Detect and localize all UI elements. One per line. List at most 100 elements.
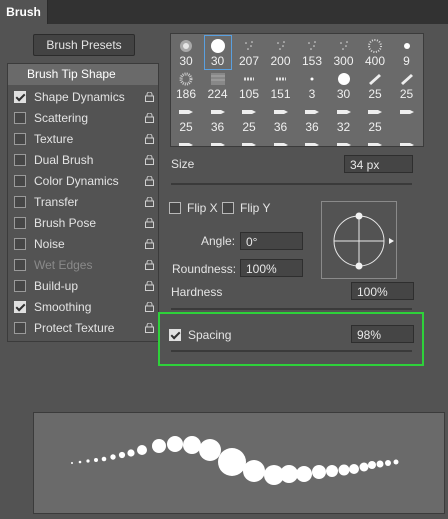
brush-presets-button[interactable]: Brush Presets bbox=[33, 34, 135, 56]
brush-tip-icon bbox=[210, 73, 225, 85]
lock-icon[interactable] bbox=[145, 218, 154, 228]
brush-tip-preset[interactable]: 25 bbox=[173, 135, 199, 146]
settings-item-shape-dynamics[interactable]: Shape Dynamics bbox=[8, 87, 158, 108]
lock-icon[interactable] bbox=[145, 239, 154, 249]
spacing-slider-track[interactable] bbox=[171, 350, 412, 352]
brush-tip-preset[interactable] bbox=[394, 102, 420, 135]
brush-tip-icon bbox=[210, 143, 225, 146]
settings-item-texture[interactable]: Texture bbox=[8, 129, 158, 150]
brush-tip-preset[interactable]: 30 bbox=[331, 69, 357, 102]
settings-item-protect-texture[interactable]: Protect Texture bbox=[8, 318, 158, 339]
brush-tip-preset[interactable] bbox=[394, 135, 420, 146]
settings-item-checkbox[interactable] bbox=[14, 133, 26, 145]
brush-tip-preset[interactable]: 207 bbox=[236, 36, 262, 69]
settings-item-checkbox[interactable] bbox=[14, 112, 26, 124]
settings-item-wet-edges[interactable]: Wet Edges bbox=[8, 255, 158, 276]
settings-item-dual-brush[interactable]: Dual Brush bbox=[8, 150, 158, 171]
brush-angle-widget[interactable] bbox=[321, 201, 397, 279]
tab-brush[interactable]: Brush bbox=[0, 0, 48, 24]
size-slider-track[interactable] bbox=[171, 183, 412, 185]
brush-tip-preset[interactable]: 32 bbox=[331, 102, 357, 135]
lock-icon[interactable] bbox=[145, 281, 154, 291]
panel-title-bar: Brush bbox=[0, 0, 448, 24]
brush-tip-preset[interactable]: 105 bbox=[236, 69, 262, 102]
brush-tip-preset[interactable]: 32 bbox=[331, 135, 357, 146]
brush-tip-preset[interactable]: 36 bbox=[205, 135, 231, 146]
lock-icon[interactable] bbox=[145, 323, 154, 333]
brush-tip-preset[interactable]: 36 bbox=[268, 135, 294, 146]
brush-tip-icon bbox=[242, 143, 256, 146]
brush-tip-preset[interactable]: 36 bbox=[299, 102, 325, 135]
brush-tip-preset[interactable]: 151 bbox=[268, 69, 294, 102]
brush-tip-preset[interactable]: 200 bbox=[268, 36, 294, 69]
brush-tip-icon bbox=[399, 143, 414, 146]
brush-tip-preset[interactable]: 153 bbox=[299, 36, 325, 69]
lock-icon[interactable] bbox=[145, 155, 154, 165]
settings-item-build-up[interactable]: Build-up bbox=[8, 276, 158, 297]
settings-item-checkbox[interactable] bbox=[14, 238, 26, 250]
lock-icon[interactable] bbox=[145, 197, 154, 207]
angle-crosshair-icon bbox=[333, 212, 394, 270]
brush-tip-preset[interactable]: 36 bbox=[268, 102, 294, 135]
size-field[interactable]: 34 px bbox=[344, 155, 413, 173]
settings-item-checkbox[interactable] bbox=[14, 154, 26, 166]
brush-tip-preset[interactable]: 25 bbox=[236, 102, 262, 135]
settings-item-checkbox[interactable] bbox=[14, 301, 26, 313]
settings-item-checkbox[interactable] bbox=[14, 217, 26, 229]
brush-tip-size: 36 bbox=[273, 120, 288, 134]
lock-icon[interactable] bbox=[145, 92, 154, 102]
brush-tip-preset[interactable]: 186 bbox=[173, 69, 199, 102]
hardness-slider-track[interactable] bbox=[171, 308, 412, 310]
brush-tip-preset[interactable]: 30 bbox=[173, 36, 199, 69]
lock-icon[interactable] bbox=[145, 302, 154, 312]
brush-tip-preset[interactable]: 25 bbox=[173, 102, 199, 135]
brush-tip-grid: 30 30 207 200 153 300 400 9 186 224 105 151 3 30 25 25 2… bbox=[170, 33, 424, 147]
brush-tip-icon bbox=[273, 110, 288, 114]
angle-field[interactable]: 0° bbox=[240, 232, 303, 250]
brush-tip-shape-item[interactable]: Brush Tip Shape bbox=[8, 64, 158, 85]
spacing-checkbox[interactable] bbox=[169, 329, 181, 341]
hardness-field[interactable]: 100% bbox=[351, 282, 414, 300]
brush-tip-preset[interactable]: 9 bbox=[394, 36, 420, 69]
brush-tip-preset[interactable]: 25 bbox=[362, 135, 388, 146]
brush-tip-preset[interactable]: 36 bbox=[205, 102, 231, 135]
brush-tip-preset[interactable]: 25 bbox=[362, 102, 388, 135]
settings-item-noise[interactable]: Noise bbox=[8, 234, 158, 255]
settings-item-color-dynamics[interactable]: Color Dynamics bbox=[8, 171, 158, 192]
brush-tip-icon bbox=[179, 110, 193, 114]
flip-x-checkbox[interactable] bbox=[169, 202, 181, 214]
settings-item-label: Shape Dynamics bbox=[34, 90, 125, 104]
lock-icon[interactable] bbox=[145, 260, 154, 270]
roundness-field[interactable]: 100% bbox=[240, 259, 303, 277]
settings-item-checkbox[interactable] bbox=[14, 196, 26, 208]
roundness-label: Roundness: bbox=[172, 262, 237, 276]
settings-item-brush-pose[interactable]: Brush Pose bbox=[8, 213, 158, 234]
brush-tip-preset[interactable]: 400 bbox=[362, 36, 388, 69]
brush-tip-preset[interactable]: 25 bbox=[362, 69, 388, 102]
brush-tip-preset[interactable]: 30 bbox=[203, 35, 232, 70]
brush-tip-preset[interactable]: 25 bbox=[236, 135, 262, 146]
settings-item-checkbox[interactable] bbox=[14, 322, 26, 334]
lock-icon[interactable] bbox=[145, 134, 154, 144]
settings-item-checkbox[interactable] bbox=[14, 259, 26, 271]
brush-tip-preset[interactable]: 25 bbox=[394, 69, 420, 102]
settings-item-checkbox[interactable] bbox=[14, 280, 26, 292]
angle-label: Angle: bbox=[201, 234, 236, 248]
lock-icon[interactable] bbox=[145, 176, 154, 186]
brush-tip-preset[interactable]: 3 bbox=[299, 69, 325, 102]
flip-y-checkbox[interactable] bbox=[222, 202, 234, 214]
brush-tip-icon bbox=[210, 110, 225, 114]
brush-tip-preset[interactable]: 224 bbox=[205, 69, 231, 102]
size-label: Size bbox=[171, 157, 195, 171]
brush-tip-preset[interactable]: 300 bbox=[331, 36, 357, 69]
settings-item-transfer[interactable]: Transfer bbox=[8, 192, 158, 213]
settings-item-scattering[interactable]: Scattering bbox=[8, 108, 158, 129]
brush-tip-icon bbox=[368, 39, 382, 53]
spacing-field[interactable]: 98% bbox=[351, 325, 414, 343]
settings-item-checkbox[interactable] bbox=[14, 175, 26, 187]
brush-tip-preset[interactable]: 36 bbox=[299, 135, 325, 146]
settings-item-checkbox[interactable] bbox=[14, 91, 26, 103]
brush-tip-icon bbox=[275, 77, 286, 81]
settings-item-smoothing[interactable]: Smoothing bbox=[8, 297, 158, 318]
lock-icon[interactable] bbox=[145, 113, 154, 123]
